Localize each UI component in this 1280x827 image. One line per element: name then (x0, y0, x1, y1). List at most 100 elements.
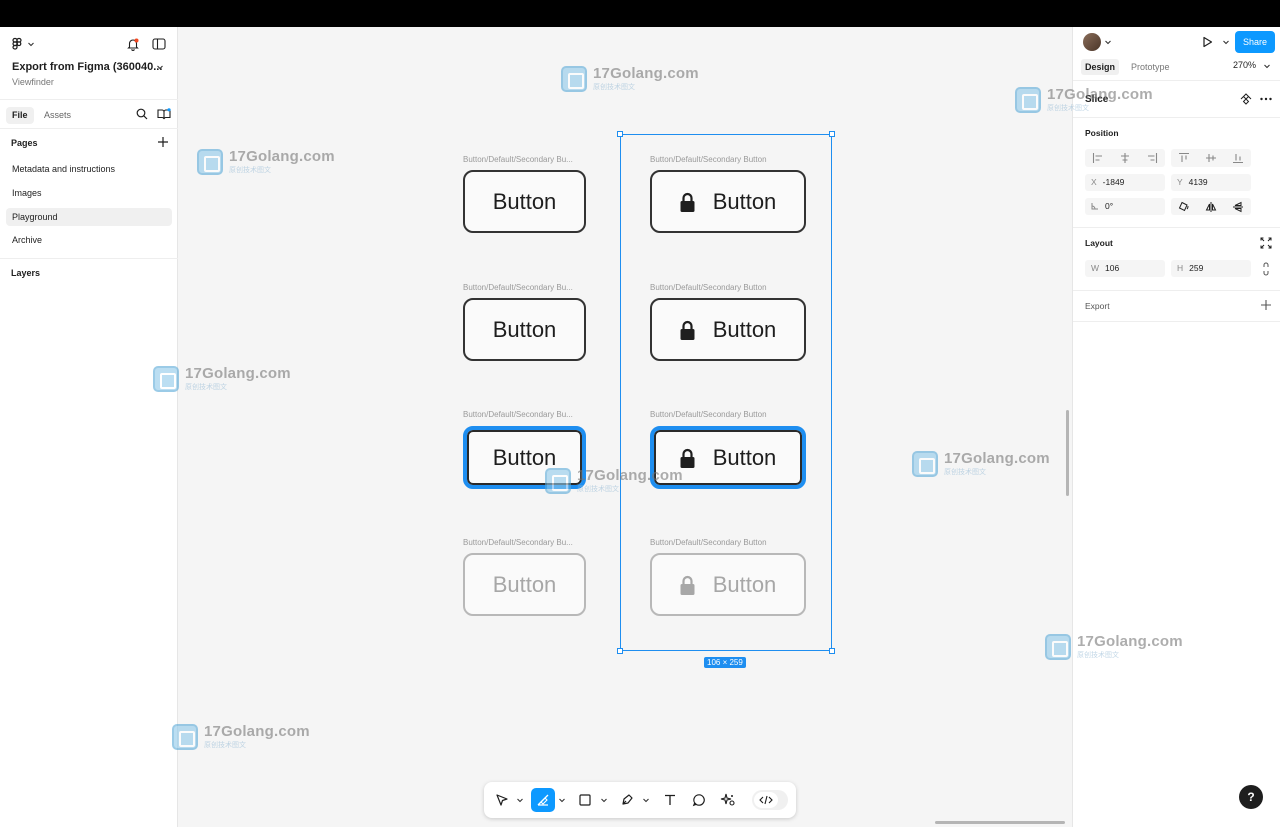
frame-label[interactable]: Button/Default/Secondary Bu... (463, 283, 587, 292)
y-position-field[interactable]: Y 4139 (1171, 174, 1251, 191)
layout-header: Layout (1085, 238, 1113, 248)
chevron-down-icon[interactable] (558, 796, 566, 804)
horizontal-scrollbar[interactable] (935, 821, 1065, 824)
rotate-icon[interactable] (1178, 201, 1190, 213)
text-tool-button[interactable] (658, 788, 682, 812)
divider (1073, 80, 1280, 81)
search-icon[interactable] (136, 108, 148, 120)
resize-to-fit-icon[interactable] (1260, 237, 1272, 249)
chevron-down-icon[interactable] (1263, 62, 1271, 70)
more-options-icon[interactable] (1259, 93, 1273, 105)
dev-mode-toggle[interactable] (752, 790, 788, 810)
divider (1073, 227, 1280, 228)
bell-notification-icon[interactable] (126, 37, 140, 51)
share-button[interactable]: Share (1235, 31, 1275, 53)
watermark-logo-icon (153, 365, 179, 392)
chevron-down-icon[interactable] (1104, 38, 1112, 46)
button-disabled[interactable]: Button (463, 553, 586, 616)
resize-handle[interactable] (617, 131, 623, 137)
align-right-icon[interactable] (1146, 152, 1158, 164)
page-item-archive[interactable]: Archive (6, 231, 172, 249)
height-field[interactable]: H 259 (1171, 260, 1251, 277)
chevron-down-icon[interactable] (642, 796, 650, 804)
page-item-playground[interactable]: Playground (6, 208, 172, 226)
comment-icon (692, 794, 705, 807)
chevron-down-icon[interactable] (600, 796, 608, 804)
add-export-icon[interactable] (1260, 299, 1272, 311)
pen-tool-button[interactable] (615, 788, 639, 812)
button-label: Button (492, 316, 557, 342)
help-button[interactable]: ? (1239, 785, 1263, 809)
resize-handle[interactable] (617, 648, 623, 654)
watermark-logo-icon (561, 65, 587, 92)
divider (1073, 321, 1280, 322)
watermark-logo-icon (912, 450, 938, 477)
canvas[interactable]: Button/Default/Secondary Bu... Button Bu… (153, 27, 1072, 827)
x-position-field[interactable]: X -1849 (1085, 174, 1165, 191)
figma-logo-icon (12, 37, 22, 50)
main-menu-button[interactable] (10, 37, 35, 51)
slice-icon (537, 794, 549, 806)
code-icon (759, 795, 773, 805)
watermark: 17Golang.com 原创技术图文 (153, 365, 291, 392)
add-page-icon[interactable] (157, 136, 169, 148)
align-left-icon[interactable] (1092, 152, 1104, 164)
rectangle-icon (579, 794, 591, 806)
width-field[interactable]: W 106 (1085, 260, 1165, 277)
export-header: Export (1085, 301, 1110, 311)
project-name[interactable]: Viewfinder (12, 77, 54, 87)
divider (1073, 117, 1280, 118)
page-item-images[interactable]: Images (6, 184, 172, 202)
resize-handle[interactable] (829, 131, 835, 137)
text-icon (665, 794, 675, 805)
tab-assets[interactable]: Assets (38, 107, 77, 124)
toggle-knob (754, 792, 778, 808)
comment-tool-button[interactable] (687, 788, 711, 812)
button-hover[interactable]: Button (463, 298, 586, 361)
watermark-logo-icon (1045, 633, 1071, 660)
flip-vertical-icon[interactable] (1232, 201, 1244, 213)
rectangle-tool-button[interactable] (573, 788, 597, 812)
tab-prototype[interactable]: Prototype (1127, 59, 1174, 75)
user-avatar[interactable] (1083, 33, 1101, 51)
file-title[interactable]: Export from Figma (360040... (12, 61, 162, 73)
screen-top-bar (0, 0, 1280, 27)
present-play-icon[interactable] (1201, 36, 1213, 48)
zoom-level[interactable]: 270% (1233, 60, 1256, 70)
watermark: 17Golang.com 原创技术图文 (197, 148, 335, 175)
button-default[interactable]: Button (463, 170, 586, 233)
vertical-scrollbar[interactable] (1066, 410, 1069, 496)
actions-tool-button[interactable] (716, 788, 740, 812)
frame-label[interactable]: Button/Default/Secondary Bu... (463, 410, 587, 419)
watermark: 17Golang.com 原创技术图文 (561, 65, 699, 92)
align-bottom-icon[interactable] (1232, 152, 1244, 164)
library-icon[interactable] (157, 108, 171, 120)
position-header: Position (1085, 128, 1119, 138)
resize-handle[interactable] (829, 648, 835, 654)
chevron-down-icon[interactable] (156, 63, 164, 71)
slice-selection[interactable] (617, 131, 835, 654)
frame-label[interactable]: Button/Default/Secondary Bu... (463, 538, 587, 547)
align-center-v-icon[interactable] (1205, 152, 1217, 164)
tab-file[interactable]: File (6, 107, 34, 124)
tab-design[interactable]: Design (1081, 59, 1120, 75)
page-item-metadata[interactable]: Metadata and instructions (6, 160, 172, 178)
chevron-down-icon[interactable] (516, 796, 524, 804)
watermark-logo-icon (172, 723, 198, 750)
rotation-field[interactable]: 0° (1085, 198, 1165, 215)
sidebar-toggle-icon[interactable] (152, 38, 166, 50)
component-icon[interactable] (1240, 93, 1252, 105)
watermark-logo-icon (545, 467, 571, 494)
horizontal-align-group (1085, 149, 1165, 167)
align-top-icon[interactable] (1178, 152, 1190, 164)
flip-horizontal-icon[interactable] (1205, 201, 1217, 213)
move-tool-button[interactable] (490, 788, 514, 812)
pages-header: Pages (11, 138, 38, 148)
chevron-down-icon[interactable] (1222, 38, 1230, 46)
rotation-angle-icon (1091, 203, 1098, 210)
sparkle-actions-icon (720, 793, 735, 806)
constrain-proportions-icon[interactable] (1261, 262, 1271, 276)
align-center-h-icon[interactable] (1119, 152, 1131, 164)
frame-label[interactable]: Button/Default/Secondary Bu... (463, 155, 587, 164)
slice-tool-button[interactable] (531, 788, 555, 812)
